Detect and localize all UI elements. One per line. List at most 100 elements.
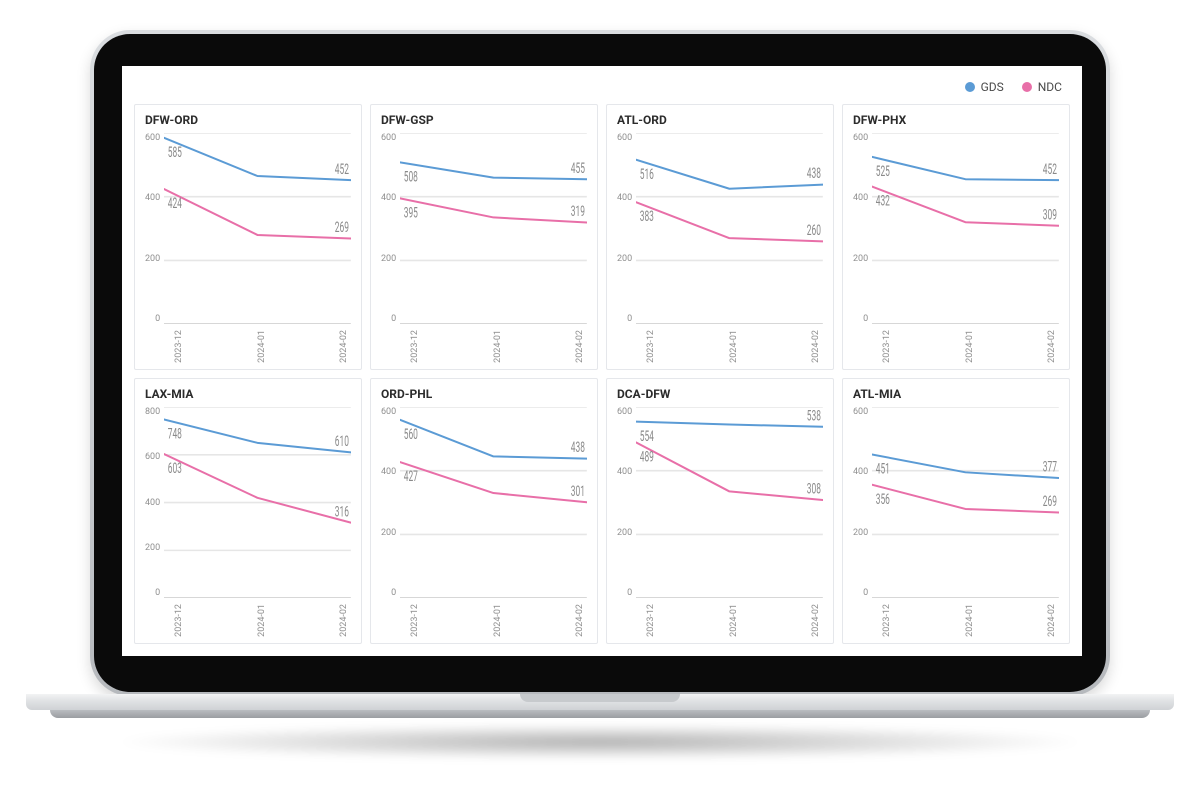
plot-area: 525452432309 bbox=[872, 133, 1059, 324]
svg-text:308: 308 bbox=[807, 480, 821, 497]
x-axis: 2023-12 2024-01 2024-02 bbox=[617, 598, 823, 637]
svg-text:260: 260 bbox=[807, 222, 821, 239]
svg-text:554: 554 bbox=[640, 427, 654, 444]
x-tick-label: 2024-02 bbox=[340, 604, 349, 637]
y-tick-label: 0 bbox=[391, 314, 396, 324]
plot-area: 516438383260 bbox=[636, 133, 823, 324]
x-tick-label: 2024-02 bbox=[812, 604, 821, 637]
x-tick-label: 2024-02 bbox=[576, 604, 585, 637]
plot-area: 560 438 427 301 bbox=[400, 407, 587, 598]
x-tick-label: 2024-02 bbox=[340, 330, 349, 363]
chart-title: ATL-MIA bbox=[853, 387, 1059, 401]
y-tick-label: 400 bbox=[381, 467, 396, 477]
y-tick-label: 600 bbox=[617, 407, 632, 417]
y-tick-label: 600 bbox=[617, 133, 632, 143]
svg-text:319: 319 bbox=[571, 203, 585, 220]
chart-title: DFW-GSP bbox=[381, 113, 587, 127]
svg-text:452: 452 bbox=[335, 160, 349, 177]
y-tick-label: 200 bbox=[853, 528, 868, 538]
y-tick-label: 400 bbox=[145, 498, 160, 508]
svg-text:451: 451 bbox=[876, 460, 890, 477]
x-tick-label: 2024-01 bbox=[966, 330, 975, 363]
laptop-frame: GDS NDC DFW-ORD6004002000585452424269202… bbox=[90, 30, 1110, 716]
chart-card-atl-ord: ATL-ORD60040020005164383832602023-122024… bbox=[606, 104, 834, 370]
y-axis: 6004002000 bbox=[617, 407, 636, 598]
svg-text:424: 424 bbox=[168, 195, 182, 212]
legend-label-ndc: NDC bbox=[1038, 80, 1062, 94]
svg-text:489: 489 bbox=[640, 448, 654, 465]
chart-card-dca-dfw: DCA-DFW60040020005545384893082023-122024… bbox=[606, 378, 834, 644]
x-axis: 2023-122024-012024-02 bbox=[145, 598, 351, 637]
y-tick-label: 400 bbox=[617, 193, 632, 203]
y-tick-label: 800 bbox=[145, 407, 160, 417]
y-axis: 600 400 200 0 bbox=[381, 407, 400, 598]
chart-grid: DFW-ORD60040020005854524242692023-122024… bbox=[134, 104, 1070, 644]
legend-label-gds: GDS bbox=[981, 80, 1004, 94]
y-tick-label: 400 bbox=[617, 467, 632, 477]
y-tick-label: 400 bbox=[145, 193, 160, 203]
x-tick-label: 2023-12 bbox=[647, 330, 656, 363]
laptop-mockup: GDS NDC DFW-ORD6004002000585452424269202… bbox=[0, 0, 1200, 798]
y-tick-label: 0 bbox=[155, 314, 160, 324]
y-tick-label: 600 bbox=[381, 407, 396, 417]
svg-text:585: 585 bbox=[168, 143, 182, 160]
x-axis: 2023-122024-012024-02 bbox=[381, 324, 587, 363]
svg-text:538: 538 bbox=[807, 407, 821, 424]
chart-card-dfw-gsp: DFW-GSP60040020005084553953192023-122024… bbox=[370, 104, 598, 370]
y-tick-label: 200 bbox=[853, 254, 868, 264]
x-axis: 2023-122024-012024-02 bbox=[617, 324, 823, 363]
y-tick-label: 400 bbox=[853, 193, 868, 203]
y-tick-label: 200 bbox=[145, 543, 160, 553]
y-tick-label: 0 bbox=[391, 588, 396, 598]
svg-text:269: 269 bbox=[335, 219, 349, 236]
y-tick-label: 0 bbox=[863, 588, 868, 598]
x-axis: 2023-122024-012024-02 bbox=[381, 598, 587, 637]
legend-item-ndc: NDC bbox=[1022, 80, 1062, 94]
y-tick-label: 600 bbox=[381, 133, 396, 143]
y-axis: 600 400 200 0 bbox=[381, 133, 400, 324]
chart-card-ord-phl: ORD-PHL60040020005604384273012023-122024… bbox=[370, 378, 598, 644]
y-axis: 6004002000 bbox=[853, 407, 872, 598]
y-tick-label: 200 bbox=[381, 254, 396, 264]
plot-area: 554 538 489 308 bbox=[636, 407, 823, 598]
svg-text:383: 383 bbox=[640, 208, 654, 225]
svg-text:438: 438 bbox=[807, 165, 821, 182]
legend-dot-ndc bbox=[1022, 82, 1032, 92]
svg-text:316: 316 bbox=[335, 503, 349, 520]
y-tick-label: 400 bbox=[381, 193, 396, 203]
svg-text:427: 427 bbox=[404, 468, 418, 485]
y-axis: 6004002000 bbox=[617, 133, 636, 324]
svg-text:301: 301 bbox=[571, 482, 585, 499]
x-tick-label: 2024-02 bbox=[576, 330, 585, 363]
chart-title: DCA-DFW bbox=[617, 387, 823, 401]
y-tick-label: 0 bbox=[155, 588, 160, 598]
svg-text:560: 560 bbox=[404, 425, 418, 442]
x-tick-label: 2024-01 bbox=[258, 330, 267, 363]
svg-text:508: 508 bbox=[404, 168, 418, 185]
svg-text:438: 438 bbox=[571, 439, 585, 456]
chart-title: LAX-MIA bbox=[145, 387, 351, 401]
y-tick-label: 400 bbox=[853, 467, 868, 477]
chart-legend: GDS NDC bbox=[134, 76, 1070, 104]
chart-card-dfw-phx: DFW-PHX60040020005254524323092023-122024… bbox=[842, 104, 1070, 370]
svg-text:377: 377 bbox=[1043, 458, 1057, 475]
y-tick-label: 200 bbox=[617, 254, 632, 264]
x-axis: 2023-12 2024-01 2024-02 bbox=[145, 324, 351, 363]
x-tick-label: 2023-12 bbox=[647, 604, 656, 637]
x-tick-label: 2024-01 bbox=[730, 604, 739, 637]
svg-text:432: 432 bbox=[876, 192, 890, 209]
x-tick-label: 2024-02 bbox=[812, 330, 821, 363]
x-tick-label: 2024-01 bbox=[494, 330, 503, 363]
y-tick-label: 200 bbox=[381, 528, 396, 538]
y-tick-label: 0 bbox=[863, 314, 868, 324]
x-tick-label: 2023-12 bbox=[175, 330, 184, 363]
svg-text:603: 603 bbox=[168, 460, 182, 477]
dashboard-screen: GDS NDC DFW-ORD6004002000585452424269202… bbox=[122, 66, 1082, 656]
y-axis: 8006004002000 bbox=[145, 407, 164, 598]
chart-card-lax-mia: LAX-MIA80060040020007486106033162023-122… bbox=[134, 378, 362, 644]
chart-title: ATL-ORD bbox=[617, 113, 823, 127]
x-tick-label: 2023-12 bbox=[175, 604, 184, 637]
svg-text:610: 610 bbox=[335, 433, 349, 450]
plot-area: 585 452 424 269 bbox=[164, 133, 351, 324]
plot-area: 451377356269 bbox=[872, 407, 1059, 598]
